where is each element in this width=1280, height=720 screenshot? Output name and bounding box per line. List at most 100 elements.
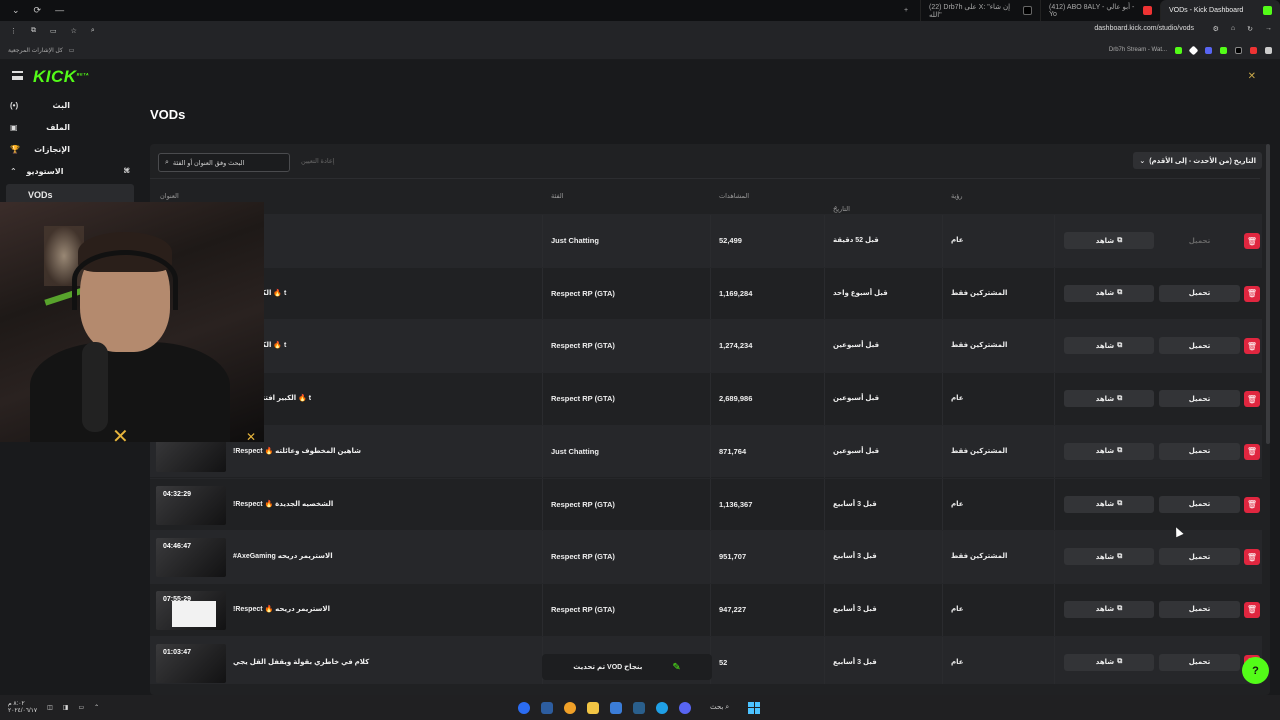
tab-youtube[interactable]: (412) ABO 8ALY - أبو عالي - Yo	[1040, 0, 1160, 21]
sort-dropdown[interactable]: ⌄ التاريخ (من الأحدث - إلى الأقدم)	[1133, 152, 1262, 169]
sidebar-item-stream[interactable]: (•) البث	[0, 94, 140, 116]
delete-button[interactable]: 🗑	[1244, 338, 1260, 355]
hamburger-menu-icon[interactable]	[12, 71, 23, 80]
vod-title[interactable]: !Respect 🔥 الشخصيه الجديدة	[233, 500, 333, 508]
address-bar[interactable]: dashboard.kick.com/studio/vods	[1094, 25, 1194, 32]
sidebar-item-profile[interactable]: ▣ الملف	[0, 116, 140, 138]
column-category[interactable]: الفئة	[551, 192, 564, 200]
sidebar-item-achievements[interactable]: 🏆 الإنجازات	[0, 138, 140, 160]
menu-dots-icon[interactable]: ⋮	[10, 27, 17, 35]
vod-visibility[interactable]: عام	[951, 236, 964, 244]
vod-visibility[interactable]: المشتركين فقط	[951, 289, 1007, 297]
scrollbar[interactable]	[1266, 144, 1270, 444]
site-settings-icon[interactable]: ⚙	[1213, 25, 1219, 33]
discord-bookmark-icon[interactable]	[1205, 46, 1212, 54]
download-button[interactable]: تحميل	[1159, 653, 1240, 671]
watch-button[interactable]: شاهد ⧉	[1064, 600, 1154, 618]
sidebar-item-studio[interactable]: ⌃ الاستوديو ⌘	[0, 160, 140, 182]
kick-bookmark-icon[interactable]	[1175, 46, 1182, 54]
kick-logo[interactable]: KICKBETA	[33, 67, 89, 87]
battery-icon[interactable]: ▭	[78, 704, 84, 711]
app-icon-1[interactable]	[518, 701, 530, 714]
bookmark-drb7h-stream[interactable]: Drb7h Stream - Wat...	[1109, 47, 1167, 53]
delete-button[interactable]: 🗑	[1244, 391, 1260, 408]
vod-title[interactable]: !Respect 🔥 الاستريمر دريحه	[233, 605, 330, 613]
edge-icon[interactable]	[656, 701, 668, 714]
minimize-icon[interactable]: —	[55, 5, 64, 16]
watch-button[interactable]: شاهد ⧉	[1064, 548, 1154, 566]
profile-avatar-icon[interactable]: ✕	[1248, 71, 1256, 82]
download-button[interactable]: تحميل	[1159, 284, 1240, 302]
watch-button[interactable]: شاهد ⧉	[1064, 390, 1154, 408]
delete-button[interactable]: 🗑	[1244, 443, 1260, 460]
column-views[interactable]: المشاهدات	[719, 192, 749, 200]
watch-button[interactable]: شاهد ⧉	[1064, 495, 1154, 513]
vod-visibility[interactable]: المشتركين فقط	[951, 552, 1007, 560]
discord-icon[interactable]	[679, 701, 691, 714]
vod-visibility[interactable]: عام	[951, 394, 964, 402]
download-button[interactable]: تحميل	[1159, 337, 1240, 355]
download-button[interactable]: تحميل	[1159, 495, 1240, 513]
file-explorer-icon[interactable]	[587, 701, 599, 714]
kick-bookmark-icon[interactable]	[1220, 46, 1227, 54]
tray-expand-icon[interactable]: ⌃	[94, 704, 99, 711]
delete-button[interactable]: 🗑	[1244, 601, 1260, 618]
new-tab-button[interactable]: +	[896, 0, 920, 21]
x-bookmark-icon[interactable]	[1235, 46, 1242, 54]
vod-visibility[interactable]: عام	[951, 500, 964, 508]
taskbar-clock[interactable]: ٨:٠٢ م ٢٠٢٤/٠٦/١٧	[8, 701, 37, 715]
tab-search-icon[interactable]: ⌄	[12, 5, 20, 16]
delete-button[interactable]: 🗑	[1244, 549, 1260, 566]
zoom-icon[interactable]: ⌕	[91, 27, 95, 35]
bookmark-more-icon[interactable]	[1265, 46, 1272, 54]
column-visibility[interactable]: رؤية	[951, 192, 963, 200]
download-button[interactable]: تحميل	[1159, 548, 1240, 566]
bookmarks-folder-label[interactable]: كل الإشارات المرجعية	[8, 47, 63, 54]
vod-title[interactable]: كلام في خاطري بقولة ويقفل القل يجي	[233, 658, 369, 666]
vod-title[interactable]: #AxeGaming الاستريمر دريحه	[233, 552, 333, 560]
vod-thumbnail[interactable]: 07:55:29	[156, 590, 226, 630]
reload-page-icon[interactable]: ↻	[1247, 25, 1253, 33]
home-icon[interactable]: ⌂	[1231, 25, 1235, 33]
chrome-icon[interactable]	[564, 701, 576, 714]
delete-button[interactable]: 🗑	[1244, 233, 1260, 249]
extensions-icon[interactable]: ⧉	[31, 27, 36, 35]
tab-twitter[interactable]: (22) Drb7h على X: "إن شاء الله"	[920, 0, 1040, 21]
column-title[interactable]: العنوان	[160, 192, 179, 200]
vod-visibility[interactable]: عام	[951, 605, 964, 613]
taskbar-search[interactable]: بحث ⌕	[702, 703, 737, 712]
vod-visibility[interactable]: عام	[951, 658, 964, 666]
download-button[interactable]: تحميل	[1159, 232, 1240, 249]
watch-button[interactable]: شاهد ⧉	[1064, 337, 1154, 355]
delete-button[interactable]: 🗑	[1244, 285, 1260, 302]
steam-app-icon[interactable]	[633, 701, 645, 714]
watch-button[interactable]: شاهد ⧉	[1064, 284, 1154, 302]
delete-button[interactable]: 🗑	[1244, 496, 1260, 513]
diamond-bookmark-icon[interactable]	[1188, 45, 1199, 55]
network-icon[interactable]: ◫	[47, 704, 53, 711]
forward-icon[interactable]: →	[1265, 25, 1272, 33]
vod-thumbnail[interactable]: 04:32:29	[156, 485, 226, 525]
sidepanel-icon[interactable]: ▭	[50, 27, 57, 35]
reset-button[interactable]: إعادة التعيين	[301, 157, 335, 165]
download-button[interactable]: تحميل	[1159, 600, 1240, 618]
watch-button[interactable]: شاهد ⧉	[1064, 442, 1154, 460]
download-button[interactable]: تحميل	[1159, 390, 1240, 408]
vod-thumbnail[interactable]: 01:03:47	[156, 643, 226, 683]
vod-thumbnail[interactable]: 04:46:47	[156, 538, 226, 578]
vod-visibility[interactable]: المشتركين فقط	[951, 341, 1007, 349]
steam-icon[interactable]	[541, 701, 553, 714]
help-chat-button[interactable]: ?	[1242, 657, 1269, 684]
windows-start-icon[interactable]	[748, 701, 761, 714]
download-button[interactable]: تحميل	[1159, 442, 1240, 460]
star-icon[interactable]: ☆	[71, 27, 77, 35]
calendar-icon[interactable]	[610, 701, 622, 714]
tab-kick-dashboard[interactable]: VODs - Kick Dashboard	[1160, 0, 1280, 21]
youtube-bookmark-icon[interactable]	[1250, 46, 1257, 54]
vod-visibility[interactable]: المشتركين فقط	[951, 447, 1007, 455]
reload-icon[interactable]: ⟳	[34, 5, 42, 16]
search-input[interactable]: ⌕ البحث وفق العنوان أو الفئة	[158, 153, 290, 172]
vod-title[interactable]: !Respect 🔥 شاهين المخطوف وعائلته	[233, 447, 361, 455]
watch-button[interactable]: شاهد ⧉	[1064, 653, 1154, 671]
volume-icon[interactable]: ◨	[63, 704, 69, 711]
